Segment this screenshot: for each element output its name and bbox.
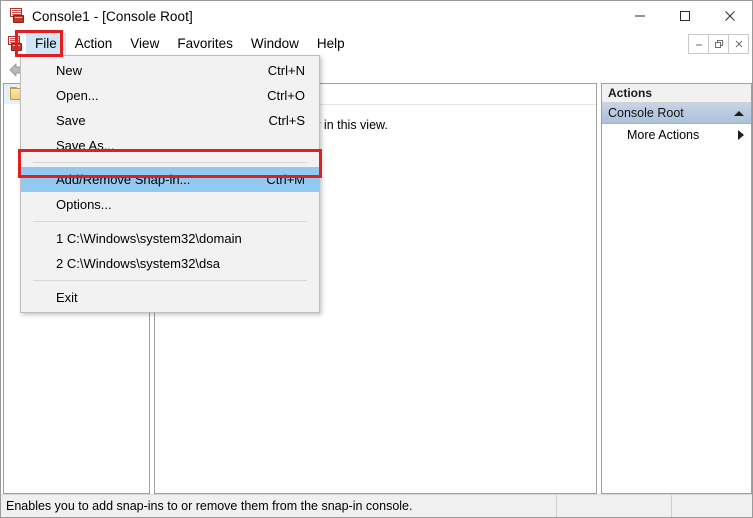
menu-item-new[interactable]: New Ctrl+N [21, 58, 319, 83]
menu-item-save-accel: Ctrl+S [268, 113, 305, 128]
menu-action[interactable]: Action [66, 33, 122, 56]
window-title: Console1 - [Console Root] [32, 8, 193, 24]
mdi-minimize-button[interactable] [688, 34, 709, 54]
status-segment-2 [556, 494, 671, 517]
mmc-document-icon [7, 36, 23, 52]
menu-item-new-accel: Ctrl+N [267, 63, 305, 78]
status-bar: Enables you to add snap-ins to or remove… [1, 494, 752, 517]
menu-item-exit-label: Exit [56, 290, 78, 305]
actions-pane: Actions Console Root More Actions [601, 83, 752, 494]
menu-item-open-accel: Ctrl+O [267, 88, 305, 103]
menu-window[interactable]: Window [242, 33, 308, 56]
actions-group-console-root[interactable]: Console Root [602, 103, 751, 124]
menu-item-recent-1[interactable]: 1 C:\Windows\system32\domain [21, 226, 319, 251]
actions-item-more-actions[interactable]: More Actions [602, 124, 751, 146]
actions-group-label: Console Root [608, 106, 684, 120]
menu-item-add-remove-snapin[interactable]: Add/Remove Snap-in... Ctrl+M [21, 167, 319, 192]
menu-item-options-label: Options... [56, 197, 112, 212]
menu-item-save[interactable]: Save Ctrl+S [21, 108, 319, 133]
menu-separator-2 [33, 221, 307, 222]
menu-item-new-label: New [56, 63, 83, 78]
menu-item-recent-1-label: 1 C:\Windows\system32\domain [56, 231, 242, 246]
mmc-console-window: Console1 - [Console Root] File Action Vi… [0, 0, 753, 518]
menu-item-open[interactable]: Open... Ctrl+O [21, 83, 319, 108]
chevron-right-icon [738, 130, 744, 140]
mdi-window-controls [688, 34, 749, 54]
menu-item-save-label: Save [56, 113, 86, 128]
menu-item-recent-2[interactable]: 2 C:\Windows\system32\dsa [21, 251, 319, 276]
actions-pane-header: Actions [602, 84, 751, 103]
menu-item-exit[interactable]: Exit [21, 285, 319, 310]
chevron-up-icon[interactable] [734, 110, 744, 116]
menu-view[interactable]: View [121, 33, 168, 56]
status-message: Enables you to add snap-ins to or remove… [6, 499, 413, 513]
maximize-button[interactable] [662, 1, 707, 31]
menu-item-recent-2-label: 2 C:\Windows\system32\dsa [56, 256, 221, 271]
menu-favorites[interactable]: Favorites [168, 33, 242, 56]
menu-file[interactable]: File [26, 32, 66, 56]
menu-item-options[interactable]: Options... [21, 192, 319, 217]
menu-item-save-as-label: Save As... [56, 138, 115, 153]
menu-item-add-remove-snapin-accel: Ctrl+M [266, 172, 305, 187]
mdi-close-button[interactable] [728, 34, 749, 54]
menu-separator-1 [33, 162, 307, 163]
window-controls [617, 1, 752, 31]
title-bar: Console1 - [Console Root] [1, 1, 752, 31]
menu-help[interactable]: Help [308, 33, 354, 56]
file-menu-dropdown: New Ctrl+N Open... Ctrl+O Save Ctrl+S Sa… [20, 55, 320, 313]
menu-separator-3 [33, 280, 307, 281]
minimize-button[interactable] [617, 1, 662, 31]
mdi-restore-button[interactable] [708, 34, 729, 54]
menu-item-save-as[interactable]: Save As... [21, 133, 319, 158]
actions-item-label: More Actions [627, 128, 700, 142]
menu-item-open-label: Open... [56, 88, 99, 103]
close-button[interactable] [707, 1, 752, 31]
mmc-console-icon [9, 8, 25, 24]
status-segment-3 [671, 494, 752, 517]
menu-item-add-remove-snapin-label: Add/Remove Snap-in... [56, 172, 191, 187]
menu-bar: File Action View Favorites Window Help [1, 31, 752, 57]
